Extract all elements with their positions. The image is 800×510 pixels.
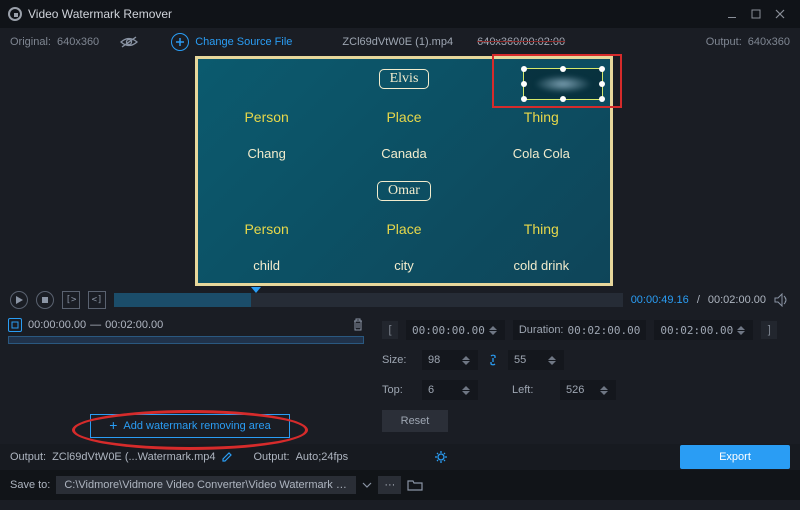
row2-person: child	[222, 258, 312, 273]
segment-track[interactable]	[8, 336, 364, 344]
edit-output-icon[interactable]	[221, 451, 233, 463]
w-dn[interactable]	[462, 361, 470, 365]
output-file-label: Output:	[10, 451, 46, 463]
output-settings-icon[interactable]	[434, 450, 448, 464]
chevron-down-icon[interactable]	[362, 480, 372, 490]
output-bar: Output: ZCl69dVtW0E (...Watermark.mp4 Ou…	[0, 444, 800, 470]
size-height-input[interactable]: 55	[508, 350, 564, 370]
stop-button[interactable]	[36, 291, 54, 309]
duration-input[interactable]: Duration: 00:02:00.00	[513, 320, 647, 340]
info-bar: Original: 640x360 Change Source File ZCl…	[0, 28, 800, 56]
t-up[interactable]	[462, 386, 470, 390]
col-person-2: Person	[222, 221, 312, 237]
close-button[interactable]	[768, 0, 792, 28]
preview-resolution-strike: 640x360/00:02:00	[477, 36, 565, 48]
playback-bar: [> <] 00:00:49.16/00:02:00.00	[0, 286, 800, 314]
left-label: Left:	[512, 384, 552, 396]
h-dn[interactable]	[548, 361, 556, 365]
original-label: Original:	[10, 36, 51, 48]
add-watermark-area-button[interactable]: + Add watermark removing area	[90, 414, 290, 438]
start-time-input[interactable]: 00:00:00.00	[406, 320, 505, 340]
save-bar: Save to: C:\Vidmore\Vidmore Video Conver…	[0, 470, 800, 500]
col-place-2: Place	[359, 221, 449, 237]
segment-start: 00:00:00.00	[28, 319, 86, 331]
col-person: Person	[222, 109, 312, 125]
row1-place: Canada	[359, 146, 449, 161]
size-width-input[interactable]: 98	[422, 350, 478, 370]
col-thing-2: Thing	[496, 221, 586, 237]
start-dn[interactable]	[489, 331, 497, 335]
h-up[interactable]	[548, 356, 556, 360]
t-dn[interactable]	[462, 391, 470, 395]
original-resolution: 640x360	[57, 36, 99, 48]
top-input[interactable]: 6	[422, 380, 478, 400]
highlight-red-box	[492, 54, 622, 108]
row1-person: Chang	[222, 146, 312, 161]
titlebar: Video Watermark Remover	[0, 0, 800, 28]
preview-area: Elvis Person Place Thing Chang Canada Co…	[0, 56, 800, 286]
browse-path-button[interactable]: ···	[378, 476, 401, 494]
save-to-label: Save to:	[10, 479, 50, 491]
timeline-progress	[114, 293, 251, 307]
end-up[interactable]	[737, 326, 745, 330]
size-label: Size:	[382, 354, 414, 366]
start-up[interactable]	[489, 326, 497, 330]
row2-thing: cold drink	[496, 258, 586, 273]
output-format-label: Output:	[253, 451, 289, 463]
end-dn[interactable]	[737, 331, 745, 335]
add-watermark-area-label: Add watermark removing area	[123, 420, 270, 432]
volume-icon[interactable]	[774, 293, 790, 307]
output-file: ZCl69dVtW0E (...Watermark.mp4	[52, 451, 215, 463]
open-folder-icon[interactable]	[407, 479, 423, 491]
maximize-button[interactable]	[744, 0, 768, 28]
preview-name1: Elvis	[379, 69, 430, 89]
plus-icon: +	[109, 417, 117, 433]
current-time: 00:00:49.16	[631, 294, 689, 306]
video-preview[interactable]: Elvis Person Place Thing Chang Canada Co…	[195, 56, 613, 286]
range-end-bracket-icon[interactable]: ]	[761, 321, 777, 339]
l-dn[interactable]	[600, 391, 608, 395]
timeline-track[interactable]	[114, 293, 623, 307]
segment-row: 00:00:00.00 — 00:02:00.00	[8, 318, 364, 332]
top-label: Top:	[382, 384, 414, 396]
col-place: Place	[359, 109, 449, 125]
end-time-input[interactable]: 00:02:00.00	[654, 320, 753, 340]
segments-panel: 00:00:00.00 — 00:02:00.00 + Add watermar…	[0, 314, 372, 444]
export-button[interactable]: Export	[680, 445, 790, 469]
set-start-button[interactable]: [>	[62, 291, 80, 309]
col-thing: Thing	[496, 109, 586, 125]
plus-circle-icon[interactable]	[171, 33, 189, 51]
timeline-playhead-icon[interactable]	[251, 287, 261, 293]
segment-end: 00:02:00.00	[105, 319, 163, 331]
app-title: Video Watermark Remover	[28, 7, 172, 21]
delete-segment-icon[interactable]	[352, 318, 364, 332]
app-logo-icon	[8, 7, 22, 21]
w-up[interactable]	[462, 356, 470, 360]
row1-thing: Cola Cola	[496, 146, 586, 161]
play-button[interactable]	[10, 291, 28, 309]
range-start-bracket-icon[interactable]: [	[382, 321, 398, 339]
properties-panel: [ 00:00:00.00 Duration: 00:02:00.00 00:0…	[372, 314, 800, 444]
l-up[interactable]	[600, 386, 608, 390]
output-resolution: 640x360	[748, 36, 790, 48]
duration-label: Duration:	[519, 324, 564, 336]
minimize-button[interactable]	[720, 0, 744, 28]
row2-place: city	[359, 258, 449, 273]
link-aspect-icon[interactable]	[486, 353, 500, 367]
total-time: 00:02:00.00	[708, 294, 766, 306]
left-input[interactable]: 526	[560, 380, 616, 400]
save-path: C:\Vidmore\Vidmore Video Converter\Video…	[56, 476, 356, 494]
visibility-toggle-icon[interactable]	[117, 34, 141, 50]
preview-name2: Omar	[377, 181, 431, 201]
set-end-button[interactable]: <]	[88, 291, 106, 309]
segment-icon[interactable]	[8, 318, 22, 332]
change-source-link[interactable]: Change Source File	[195, 36, 292, 48]
reset-button[interactable]: Reset	[382, 410, 448, 432]
source-filename: ZCl69dVtW0E (1).mp4	[342, 36, 453, 48]
output-label: Output:	[706, 36, 742, 48]
output-format-value: Auto;24fps	[296, 451, 349, 463]
